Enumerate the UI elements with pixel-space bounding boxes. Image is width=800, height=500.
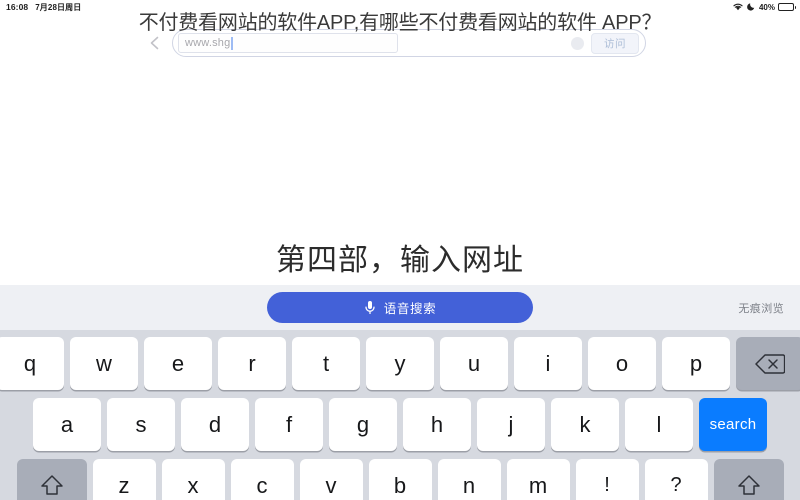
voice-search-label: 语音搜索: [383, 302, 437, 316]
key-c[interactable]: c: [230, 459, 294, 500]
key-x[interactable]: x: [161, 459, 225, 500]
shift-icon: [39, 473, 65, 499]
key-n[interactable]: n: [437, 459, 501, 500]
key-i[interactable]: i: [514, 337, 582, 390]
keyboard-row-1: q w e r t y u i o p: [0, 337, 800, 390]
key-question[interactable]: ?: [644, 459, 708, 500]
key-e[interactable]: e: [144, 337, 212, 390]
incognito-browsing-label[interactable]: 无痕浏览: [738, 300, 784, 316]
back-chevron-icon[interactable]: [146, 34, 164, 52]
browser-page-area: www.shg 访问 不付费看网站的软件APP,有哪些不付费看网站的软件 APP…: [0, 0, 800, 285]
page-title: 不付费看网站的软件APP,有哪些不付费看网站的软件 APP？: [138, 12, 662, 34]
voice-search-button[interactable]: 语音搜索: [267, 292, 533, 323]
key-q[interactable]: q: [0, 337, 64, 390]
phone-screen: 16:08 7月28日周日 40% www.shg 访问 不付费看网站的软件AP…: [0, 0, 800, 500]
key-f[interactable]: f: [255, 398, 323, 451]
url-input-value: www.shg: [185, 37, 231, 49]
key-s[interactable]: s: [107, 398, 175, 451]
keyboard-row-3: z x c v b n m ! ?: [4, 459, 796, 500]
key-exclamation[interactable]: !: [575, 459, 639, 500]
backspace-icon: [755, 353, 785, 375]
shift-key-right[interactable]: [713, 459, 784, 500]
key-d[interactable]: d: [181, 398, 249, 451]
refresh-icon[interactable]: [571, 36, 584, 50]
shift-icon: [736, 473, 762, 499]
key-b[interactable]: b: [368, 459, 432, 500]
key-k[interactable]: k: [551, 398, 619, 451]
key-m[interactable]: m: [506, 459, 570, 500]
text-caret: [231, 36, 233, 50]
url-input[interactable]: www.shg: [178, 33, 398, 53]
key-r[interactable]: r: [218, 337, 286, 390]
battery-icon: [778, 3, 796, 11]
keyboard-row-2: a s d f g h j k l search: [4, 398, 796, 451]
key-w[interactable]: w: [70, 337, 138, 390]
key-g[interactable]: g: [329, 398, 397, 451]
key-a[interactable]: a: [33, 398, 101, 451]
search-key[interactable]: search: [699, 398, 767, 451]
virtual-keyboard: 语音搜索 无痕浏览 q w e r t y u i o p a s d f g …: [0, 285, 800, 500]
microphone-icon: [364, 300, 376, 316]
key-h[interactable]: h: [403, 398, 471, 451]
instruction-caption: 第四部，输入网址: [276, 243, 524, 278]
key-v[interactable]: v: [299, 459, 363, 500]
shift-key-left[interactable]: [16, 459, 87, 500]
keyboard-toolbar: 语音搜索 无痕浏览: [0, 285, 800, 330]
key-u[interactable]: u: [440, 337, 508, 390]
key-y[interactable]: y: [366, 337, 434, 390]
key-l[interactable]: l: [625, 398, 693, 451]
key-o[interactable]: o: [588, 337, 656, 390]
key-j[interactable]: j: [477, 398, 545, 451]
visit-button[interactable]: 访问: [591, 32, 639, 54]
key-t[interactable]: t: [292, 337, 360, 390]
keyboard-rows: q w e r t y u i o p a s d f g h j k l se…: [0, 330, 800, 500]
key-z[interactable]: z: [92, 459, 156, 500]
backspace-key[interactable]: [736, 337, 800, 390]
key-p[interactable]: p: [662, 337, 730, 390]
